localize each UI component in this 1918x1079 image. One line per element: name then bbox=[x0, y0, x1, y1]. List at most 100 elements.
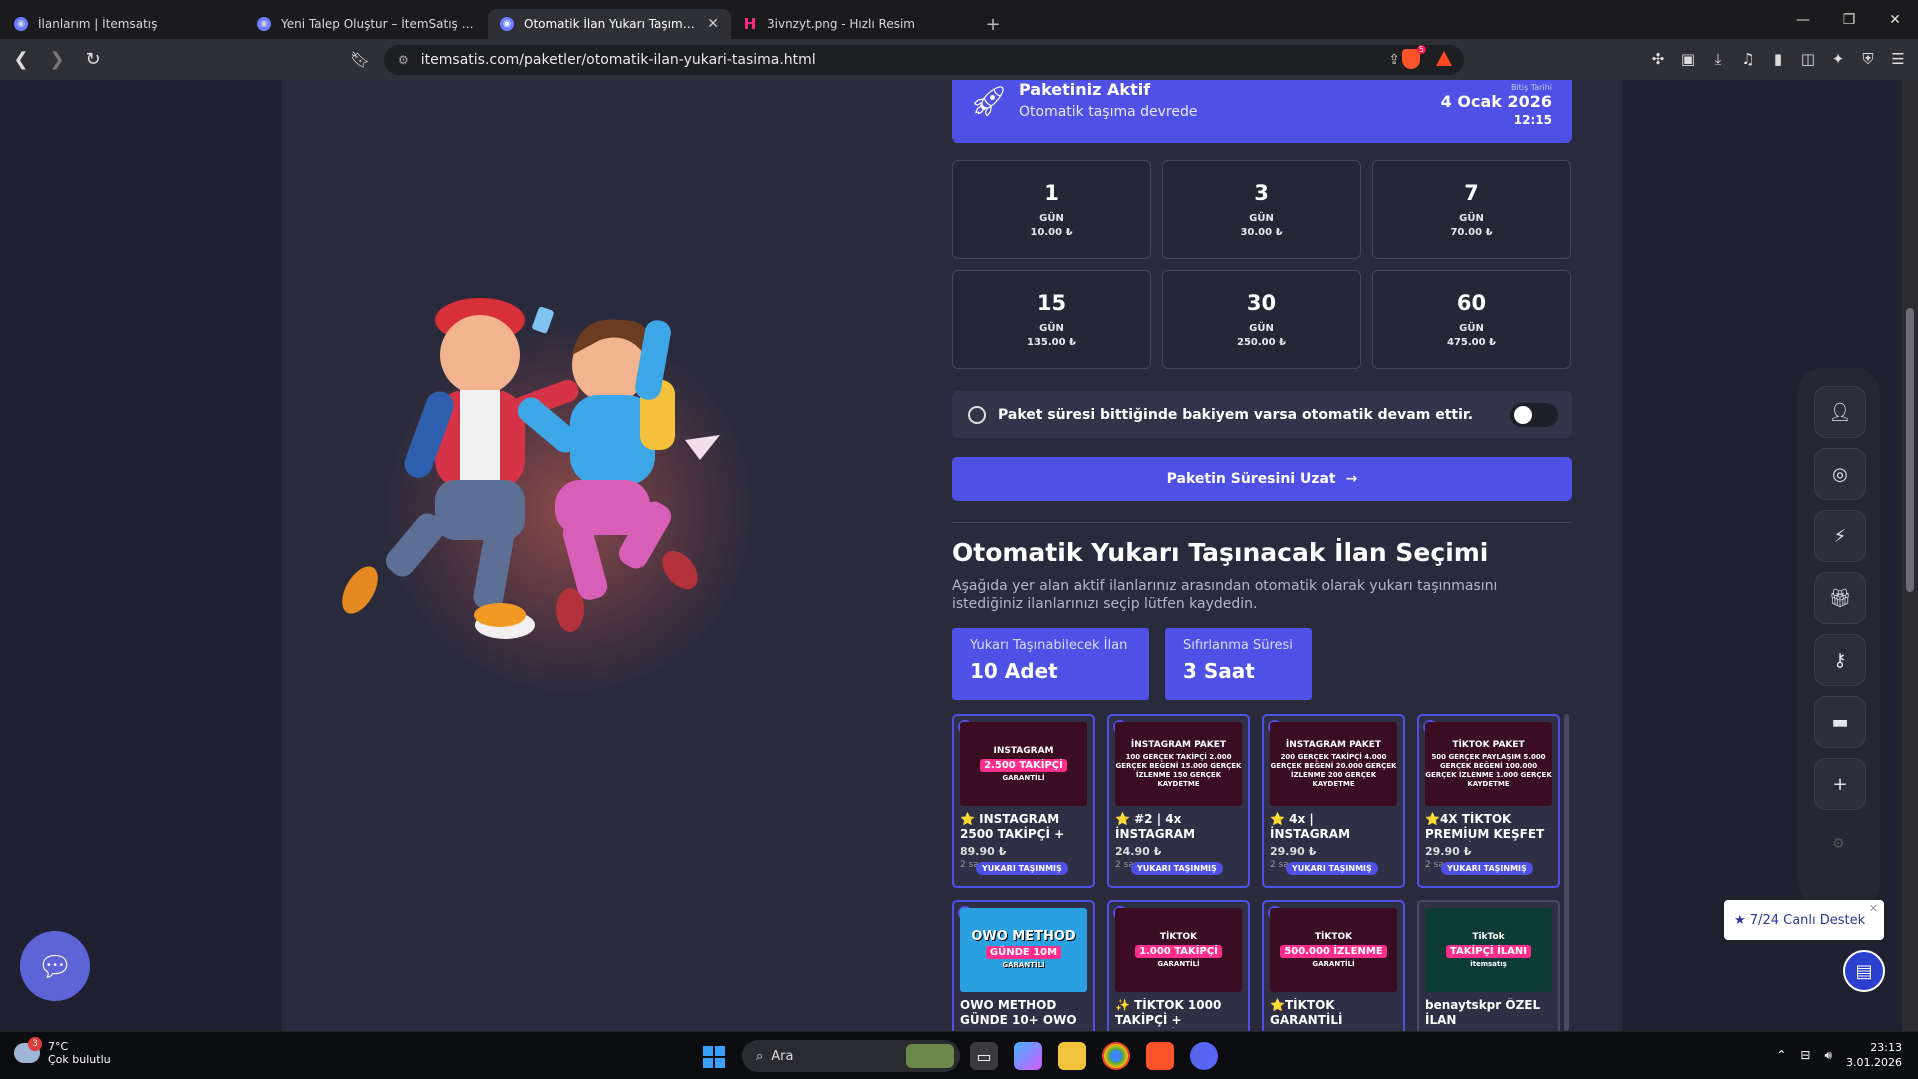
listing-card[interactable]: INSTAGRAM 2.500 TAKİPÇİ GARANTİLİ ⭐ INST… bbox=[952, 714, 1095, 888]
listing-title: benaytskpr ÖZEL İLAN bbox=[1425, 998, 1541, 1027]
copilot-icon[interactable] bbox=[1014, 1042, 1042, 1070]
chat-bubble-icon[interactable]: 💬︎ bbox=[20, 931, 90, 1001]
close-icon[interactable]: ✕ bbox=[1869, 902, 1878, 915]
share-icon[interactable]: ⇪ bbox=[1388, 52, 1400, 68]
plus-icon[interactable]: + bbox=[1814, 758, 1866, 810]
end-date: 4 Ocak 2026 bbox=[1440, 92, 1552, 111]
brave-shields-icon[interactable]: 5 bbox=[1402, 45, 1426, 69]
url-text: itemsatis.com/paketler/otomatik-ilan-yuk… bbox=[420, 52, 816, 68]
hero-illustration bbox=[340, 260, 800, 720]
extend-package-button[interactable]: Paketin Süresini Uzat → bbox=[952, 457, 1572, 501]
clock-icon bbox=[968, 405, 986, 424]
arrow-right-icon: → bbox=[1345, 471, 1358, 487]
listing-price: 89.90 ₺ bbox=[960, 845, 1007, 858]
extensions-icon[interactable]: ✣ bbox=[1648, 47, 1668, 71]
itemsatis-favicon-icon: ◉ bbox=[257, 17, 271, 31]
wallet-icon[interactable]: ▬ bbox=[1814, 696, 1866, 748]
listing-card[interactable]: İNSTAGRAM PAKET 100 GERÇEK TAKİPÇİ 2.000… bbox=[1107, 714, 1250, 888]
duration-option[interactable]: 3 GÜN 30.00 ₺ bbox=[1162, 160, 1361, 259]
browser-tab[interactable]: ◉ Yeni Talep Oluştur – İtemSatış Destek bbox=[245, 9, 488, 39]
listing-title: ⭐ INSTAGRAM 2500 TAKİPÇİ + GARAN... bbox=[960, 812, 1065, 841]
file-explorer-icon[interactable] bbox=[1058, 1042, 1086, 1070]
tab-bar: ◉ İlanlarım | İtemsatış ◉ Yeni Talep Olu… bbox=[0, 0, 1918, 39]
wallet-icon[interactable]: ◫ bbox=[1798, 47, 1818, 71]
web-page: 🚀︎ Paketiniz Aktif Otomatik taşıma devre… bbox=[0, 80, 1902, 1031]
duration-days: 15 bbox=[1036, 291, 1067, 315]
restore-icon[interactable]: ❐ bbox=[1826, 0, 1872, 39]
duration-unit: GÜN bbox=[1039, 213, 1064, 224]
browser-tab[interactable]: ◉ Otomatik İlan Yukarı Taşıma Pake ✕ bbox=[488, 9, 731, 39]
auto-renew-toggle[interactable] bbox=[1510, 403, 1558, 427]
new-tab-button[interactable]: + bbox=[978, 9, 1008, 39]
sidebar-toggle-icon[interactable]: ▮ bbox=[1768, 47, 1788, 71]
listing-meta: 2 sa YUKARI TAŞINMIŞ bbox=[1270, 860, 1397, 876]
listing-meta: 2 sa YUKARI TAŞINMIŞ bbox=[960, 860, 1087, 876]
duration-unit: GÜN bbox=[1459, 213, 1484, 224]
minimize-icon[interactable]: — bbox=[1780, 0, 1826, 39]
gift-icon[interactable]: 🎁︎ bbox=[1814, 572, 1866, 624]
site-settings-icon[interactable]: ⚙ bbox=[398, 53, 409, 67]
listing-image: İNSTAGRAM PAKET 200 GERÇEK TAKİPÇİ 4.000… bbox=[1270, 722, 1397, 806]
browser-tab[interactable]: ◉ İlanlarım | İtemsatış bbox=[2, 9, 245, 39]
task-view-icon[interactable]: ▭ bbox=[970, 1042, 998, 1070]
weather-widget[interactable]: 3 7°C Çok bulutlu bbox=[14, 1037, 111, 1066]
reload-icon[interactable]: ↻ bbox=[78, 45, 108, 75]
duration-option[interactable]: 60 GÜN 475.00 ₺ bbox=[1372, 270, 1571, 369]
windows-start-icon[interactable] bbox=[703, 1046, 725, 1068]
listing-image: TİKTOK 500.000 İZLENME GARANTİLİ bbox=[1270, 908, 1397, 992]
listing-image-heading: İNSTAGRAM PAKET bbox=[1285, 739, 1382, 750]
bookmark-icon[interactable]: 🔖︎ bbox=[350, 50, 370, 69]
end-time: 12:15 bbox=[1513, 113, 1552, 127]
close-tab-icon[interactable]: ✕ bbox=[707, 16, 719, 32]
back-arrow-icon[interactable]: ❮ bbox=[6, 45, 36, 75]
listing-image-text: GARANTİLİ bbox=[1312, 959, 1355, 968]
listing-title: ⭐ 4x | İNSTAGRAM KEŞFET PAKET ⭐ bbox=[1270, 812, 1351, 841]
duration-option[interactable]: 15 GÜN 135.00 ₺ bbox=[952, 270, 1151, 369]
vpn-icon[interactable]: ⛨ bbox=[1858, 47, 1878, 71]
download-icon[interactable]: ⤓ bbox=[1708, 47, 1728, 71]
instagram-icon[interactable]: ◎ bbox=[1814, 448, 1866, 500]
listing-card[interactable]: İNSTAGRAM PAKET 200 GERÇEK TAKİPÇİ 4.000… bbox=[1262, 714, 1405, 888]
listing-image-pill: 2.500 TAKİPÇİ bbox=[980, 758, 1067, 772]
taskbar-clock[interactable]: 23:13 3.01.2026 bbox=[1846, 1040, 1902, 1070]
network-icon[interactable]: ⊟ bbox=[1800, 1048, 1810, 1062]
menu-icon[interactable]: ☰ bbox=[1888, 47, 1908, 71]
key-icon[interactable]: ⚷ bbox=[1814, 634, 1866, 686]
auto-renew-label: Paket süresi bittiğinde bakiyem varsa ot… bbox=[998, 406, 1474, 423]
taskbar-search[interactable]: ⌕ Ara bbox=[742, 1040, 960, 1072]
brave-rewards-icon[interactable] bbox=[1436, 51, 1452, 66]
brave-icon[interactable] bbox=[1146, 1042, 1174, 1070]
page-scrollbar[interactable] bbox=[1902, 80, 1918, 1031]
close-window-icon[interactable]: ✕ bbox=[1872, 0, 1918, 39]
support-chat-icon[interactable]: ▤ bbox=[1843, 950, 1885, 992]
chrome-icon[interactable] bbox=[1102, 1042, 1130, 1070]
chevron-up-icon[interactable]: ⌃ bbox=[1776, 1048, 1786, 1062]
listing-image: İNSTAGRAM PAKET 100 GERÇEK TAKİPÇİ 2.000… bbox=[1115, 722, 1242, 806]
discord-icon[interactable] bbox=[1190, 1042, 1218, 1070]
listing-scrollbar[interactable] bbox=[1564, 714, 1569, 1031]
listing-card[interactable]: TikTok TAKİPÇİ İLANI itemsatış benaytskp… bbox=[1417, 900, 1560, 1031]
media-icon[interactable]: ♫ bbox=[1738, 47, 1758, 71]
rocket-icon: 🚀︎ bbox=[970, 84, 1009, 119]
live-support-tooltip[interactable]: ★ 7/24 Canlı Destek ✕ bbox=[1724, 900, 1884, 940]
address-bar[interactable]: ⚙ itemsatis.com/paketler/otomatik-ilan-y… bbox=[384, 45, 1464, 75]
listing-card[interactable]: TİKTOK 1.000 TAKİPÇİ GARANTİLİ ✨ TİKTOK … bbox=[1107, 900, 1250, 1031]
settings-icon[interactable]: ⚙ bbox=[1832, 836, 1845, 852]
lightning-icon[interactable]: ⚡︎ bbox=[1814, 510, 1866, 562]
forward-arrow-icon[interactable]: ❯ bbox=[42, 45, 72, 75]
listing-card[interactable]: TİKTOK 500.000 İZLENME GARANTİLİ ⭐TİKTOK… bbox=[1262, 900, 1405, 1031]
screenshot-icon[interactable]: ▣ bbox=[1678, 47, 1698, 71]
user-icon[interactable]: 👤︎ bbox=[1814, 386, 1866, 438]
duration-option[interactable]: 7 GÜN 70.00 ₺ bbox=[1372, 160, 1571, 259]
duration-option[interactable]: 1 GÜN 10.00 ₺ bbox=[952, 160, 1151, 259]
volume-icon[interactable]: 🔊︎ bbox=[1824, 1048, 1832, 1063]
listing-card[interactable]: OWO METHOD GÜNDE 10M GARANTİLİ OWO METHO… bbox=[952, 900, 1095, 1031]
listing-image-heading: TikTok bbox=[1472, 931, 1505, 942]
listing-card[interactable]: TİKTOK PAKET 500 GERÇEK PAYLAŞIM 5.000 G… bbox=[1417, 714, 1560, 888]
listing-image-text: 500 GERÇEK PAYLAŞIM 5.000 GERÇEK BEĞENİ … bbox=[1425, 752, 1552, 788]
leo-ai-icon[interactable]: ✦ bbox=[1828, 47, 1848, 71]
browser-tab[interactable]: H 3ivnzyt.png - Hızlı Resim bbox=[731, 9, 974, 39]
duration-option[interactable]: 30 GÜN 250.00 ₺ bbox=[1162, 270, 1361, 369]
duration-days: 30 bbox=[1246, 291, 1277, 315]
listing-meta: 2 sa YUKARI TAŞINMIŞ bbox=[1115, 860, 1242, 876]
